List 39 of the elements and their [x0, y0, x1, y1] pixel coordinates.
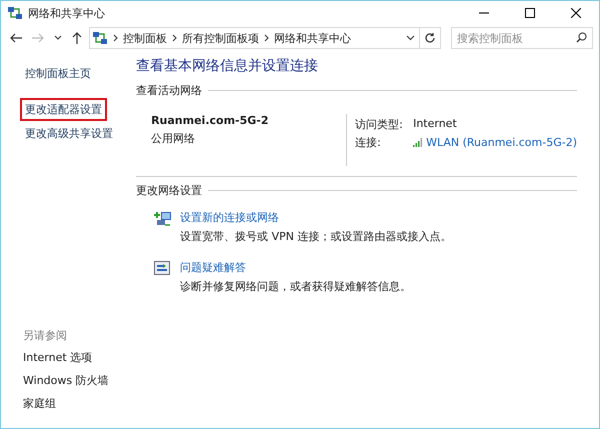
sidebar-link[interactable]: 控制面板主页: [20, 62, 96, 85]
close-icon[interactable]: [571, 8, 581, 18]
breadcrumb[interactable]: 控制面板: [123, 30, 167, 46]
network-name: Ruanmei.com-5G-2: [151, 114, 270, 127]
page-heading: 查看基本网络信息并设置连接: [136, 57, 320, 75]
network-category: 公用网络: [151, 131, 196, 146]
sidebar-link[interactable]: Internet 选项: [23, 347, 92, 368]
search-field[interactable]: 搜索控制面板: [451, 27, 593, 49]
field-label: 访问类型:: [355, 117, 404, 132]
search-icon: [576, 32, 587, 43]
address-bar[interactable]: 控制面板 所有控制面板项 网络和共享中心: [89, 27, 420, 49]
troubleshoot-icon: [154, 261, 172, 277]
window-title: 网络和共享中心: [28, 6, 105, 20]
sidebar-link[interactable]: 家庭组: [23, 393, 56, 414]
dropdown-caret-icon[interactable]: [406, 35, 415, 41]
refresh-icon[interactable]: [419, 27, 441, 49]
connection-link[interactable]: WLAN (Ruanmei.com-5G-2): [426, 136, 577, 149]
chevron-icon: [172, 34, 177, 42]
breadcrumb[interactable]: 所有控制面板项: [182, 30, 259, 46]
signal-bars-icon: [413, 138, 424, 147]
chevron-icon: [264, 34, 269, 42]
task-description: 诊断并修复网络问题，或者获得疑难解答信息。: [180, 279, 412, 294]
chevron-icon: [113, 34, 118, 42]
network-icon: [7, 5, 23, 21]
network-setup-icon: [154, 211, 172, 227]
sidebar-link[interactable]: 更改适配器设置: [20, 98, 107, 121]
section-heading: 另请参阅: [23, 328, 67, 343]
section-heading: 查看活动网络: [136, 83, 202, 98]
sidebar-link[interactable]: Windows 防火墙: [23, 370, 109, 391]
field-label: 连接:: [355, 135, 382, 150]
breadcrumb[interactable]: 网络和共享中心: [274, 30, 351, 46]
section-heading: 更改网络设置: [136, 183, 202, 198]
task-link[interactable]: 问题疑难解答: [180, 260, 412, 275]
field-value: Internet: [413, 117, 458, 132]
task-link[interactable]: 设置新的连接或网络: [180, 210, 452, 225]
network-icon: [92, 30, 108, 46]
maximize-icon[interactable]: [525, 8, 535, 18]
sidebar-link[interactable]: 更改高级共享设置: [20, 122, 118, 145]
task-description: 设置宽带、拨号或 VPN 连接；或设置路由器或接入点。: [180, 229, 452, 244]
